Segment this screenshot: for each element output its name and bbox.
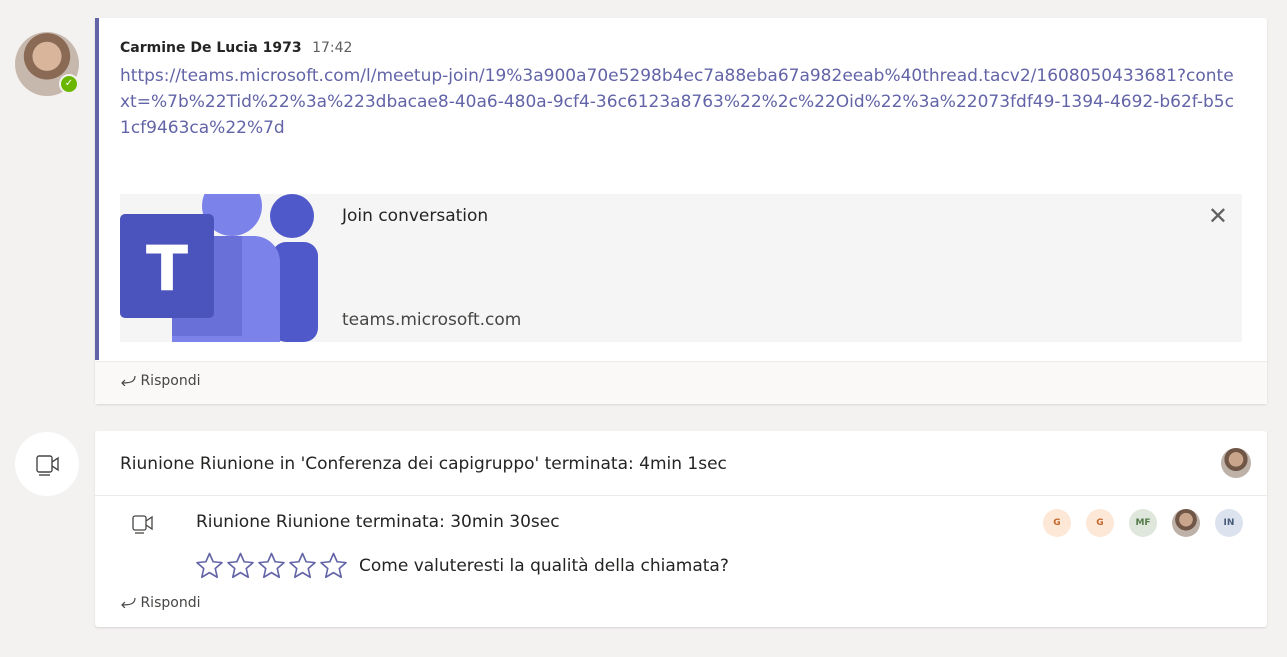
participant-avatar[interactable]: G — [1043, 509, 1071, 537]
star-outline-icon[interactable] — [287, 551, 318, 581]
meetup-link[interactable]: https://teams.microsoft.com/l/meetup-joi… — [120, 63, 1240, 141]
close-icon[interactable]: ✕ — [1208, 202, 1228, 230]
star-outline-icon[interactable] — [256, 551, 287, 581]
meeting-header-title: Riunione Riunione in 'Conferenza dei cap… — [120, 454, 727, 474]
reply-label: Rispondi — [140, 595, 201, 611]
participant-avatar[interactable]: IN — [1215, 509, 1243, 537]
video-camera-icon — [132, 515, 153, 534]
meeting-header[interactable]: Riunione Riunione in 'Conferenza dei cap… — [95, 431, 1267, 496]
rating-question: Come valuteresti la qualità della chiama… — [359, 556, 729, 576]
message-card: Carmine De Lucia 1973 17:42 https://team… — [95, 18, 1267, 404]
preview-title[interactable]: Join conversation — [342, 206, 488, 226]
author-avatar[interactable]: ✓ — [15, 32, 79, 96]
reply-button[interactable]: Rispondi — [120, 373, 200, 389]
meeting-ended-title: Riunione Riunione terminata: 30min 30sec — [196, 512, 560, 532]
reply-button[interactable]: Rispondi — [120, 595, 200, 611]
participants-list: G G MF IN — [1043, 509, 1243, 537]
author-name[interactable]: Carmine De Lucia 1973 — [120, 40, 302, 56]
microsoft-teams-logo: T — [120, 194, 318, 342]
star-rating — [194, 551, 349, 581]
link-preview-card[interactable]: T Join conversation teams.microsoft.com … — [120, 194, 1242, 342]
svg-text:T: T — [146, 232, 188, 305]
organizer-avatar[interactable] — [1221, 448, 1251, 478]
reply-label: Rispondi — [140, 373, 201, 389]
message-footer: Rispondi — [95, 361, 1267, 404]
meeting-type-indicator — [15, 432, 79, 496]
message-accent-bar — [95, 18, 99, 360]
participant-avatar[interactable]: MF — [1129, 509, 1157, 537]
meeting-card: Riunione Riunione in 'Conferenza dei cap… — [95, 431, 1267, 627]
participant-avatar[interactable] — [1172, 509, 1200, 537]
message-time: 17:42 — [312, 40, 353, 56]
presence-available-icon: ✓ — [59, 74, 79, 94]
reply-arrow-icon — [121, 375, 136, 387]
reply-arrow-icon — [121, 597, 136, 609]
star-outline-icon[interactable] — [194, 551, 225, 581]
video-camera-icon — [36, 455, 59, 476]
star-outline-icon[interactable] — [318, 551, 349, 581]
message-meta: Carmine De Lucia 1973 17:42 — [120, 40, 352, 56]
preview-domain: teams.microsoft.com — [342, 310, 522, 330]
call-quality-rating: Come valuteresti la qualità della chiama… — [194, 551, 729, 581]
star-outline-icon[interactable] — [225, 551, 256, 581]
participant-avatar[interactable]: G — [1086, 509, 1114, 537]
